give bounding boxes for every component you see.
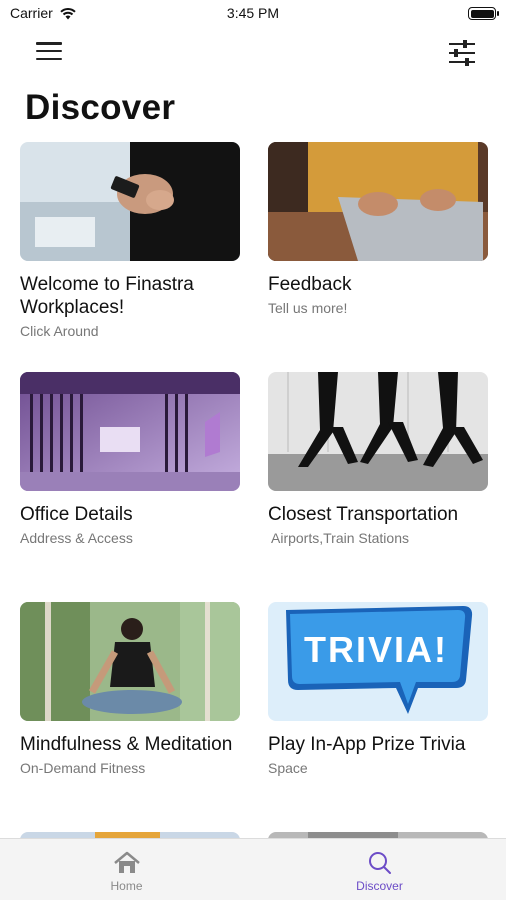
card-title: Closest Transportation <box>268 504 459 525</box>
tab-bar: Home Discover <box>0 838 506 900</box>
meditation-forest-photo <box>20 602 240 721</box>
hands-holding-phone-photo <box>20 142 240 261</box>
card-subtitle: On-Demand Fitness <box>20 760 146 776</box>
card-subtitle: Click Around <box>20 323 99 339</box>
trivia-image-text: TRIVIA! <box>304 629 448 670</box>
tab-label: Home <box>110 879 143 893</box>
page-title: Discover <box>25 88 176 127</box>
commuters-walking-photo <box>268 372 488 491</box>
trivia-speech-bubble: TRIVIA! <box>268 602 488 721</box>
card-subtitle: Airports,Train Stations <box>271 530 409 546</box>
tab-discover[interactable]: Discover <box>253 839 506 900</box>
sliders-filter-icon[interactable] <box>448 40 476 66</box>
tab-home[interactable]: Home <box>0 839 253 900</box>
search-icon <box>368 852 391 874</box>
home-icon <box>113 851 140 873</box>
card-welcome[interactable]: Welcome to Finastra Workplaces! Click Ar… <box>20 142 240 339</box>
card-feedback[interactable]: Feedback Tell us more! <box>268 142 488 316</box>
card-title: Play In-App Prize Trivia <box>268 734 466 755</box>
battery-icon <box>468 7 499 20</box>
hamburger-menu-icon[interactable] <box>36 40 62 62</box>
person-typing-laptop-photo <box>268 142 488 261</box>
card-title: Welcome to Finastra Workplaces! <box>20 274 194 318</box>
card-trivia[interactable]: TRIVIA! Play In-App Prize Trivia Space <box>268 602 488 776</box>
office-lobby-photo <box>20 372 240 491</box>
card-title: Feedback <box>268 274 352 295</box>
card-subtitle: Address & Access <box>20 530 133 546</box>
card-mindfulness[interactable]: Mindfulness & Meditation On-Demand Fitne… <box>20 602 240 776</box>
card-title: Office Details <box>20 504 133 525</box>
tab-label: Discover <box>356 879 403 893</box>
card-office-details[interactable]: Office Details Address & Access <box>20 372 240 546</box>
card-subtitle: Tell us more! <box>268 300 348 316</box>
card-title: Mindfulness & Meditation <box>20 734 233 755</box>
card-closest-transportation[interactable]: Closest Transportation Airports,Train St… <box>268 372 488 546</box>
card-subtitle: Space <box>268 760 308 776</box>
status-bar: Carrier 3:45 PM <box>0 0 506 28</box>
status-time: 3:45 PM <box>226 5 280 21</box>
